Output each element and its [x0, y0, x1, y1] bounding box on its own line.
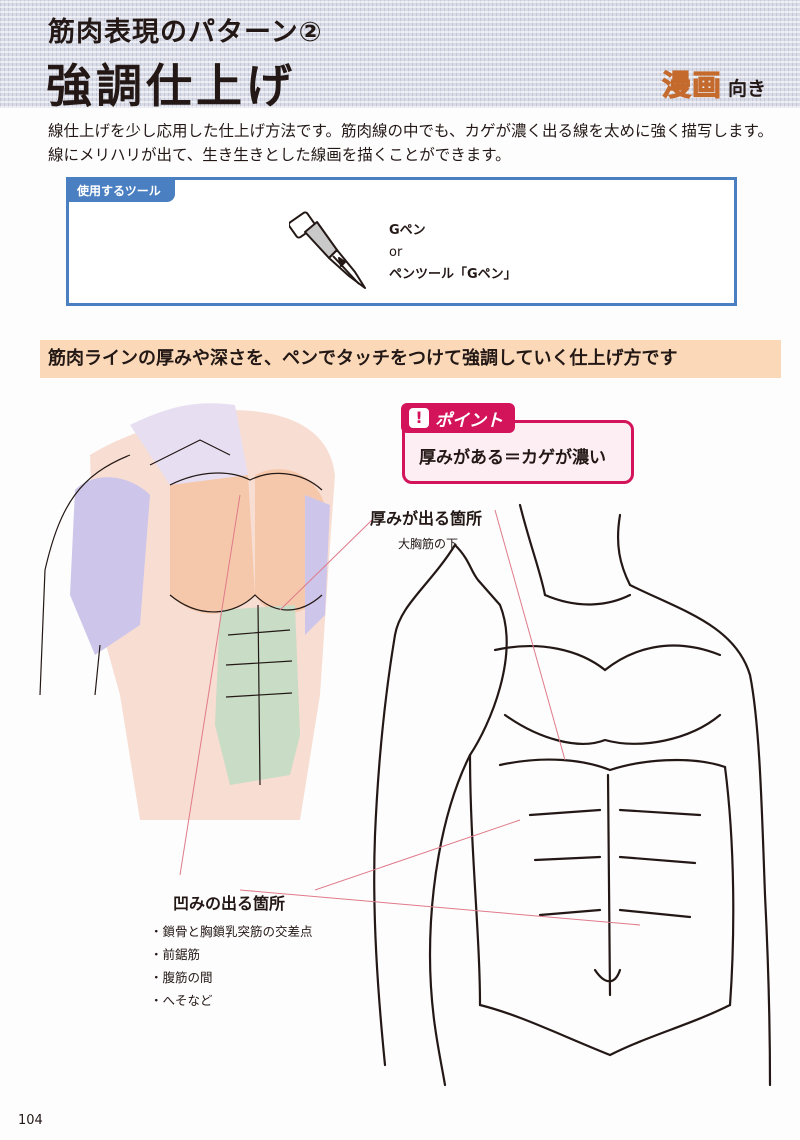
summary-banner: 筋肉ラインの厚みや深さを、ペンでタッチをつけて強調していく仕上げ方です — [40, 340, 781, 378]
list-item: ・腹筋の間 — [150, 970, 213, 985]
concave-list: ・鎖骨と胸鎖乳突筋の交差点 ・前鋸筋 ・腹筋の間 ・へそなど — [150, 920, 313, 1012]
thick-area-sub: 大胸筋の下 — [398, 537, 459, 551]
point-box: ! ポイント 厚みがある＝カゲが濃い — [401, 403, 634, 484]
genre-badge: 漫画 向き — [661, 62, 767, 104]
list-item: ・鎖骨と胸鎖乳突筋の交差点 — [150, 924, 313, 939]
tool-box: 使用するツール Gペン or ペンツール「Gペン」 — [66, 177, 737, 306]
tool-line-1: Gペン — [389, 223, 426, 238]
list-item: ・へそなど — [150, 993, 213, 1008]
point-tab-label: ポイント — [435, 410, 503, 431]
page-number: 104 — [18, 1113, 43, 1128]
point-text: 厚みがある＝カゲが濃い — [419, 448, 606, 468]
genre-badge-main: 漫画 — [661, 67, 723, 102]
concave-area-label: 凹みの出る箇所 — [173, 894, 286, 913]
genre-badge-sub: 向き — [728, 78, 767, 100]
colored-torso — [39, 403, 335, 820]
pen-nib-icon — [289, 211, 366, 289]
page-title: 強調仕上げ — [46, 59, 296, 113]
tool-box-tab: 使用するツール — [69, 180, 175, 202]
list-item: ・前鋸筋 — [150, 947, 201, 962]
point-tab: ! ポイント — [401, 403, 515, 433]
exclamation-icon: ! — [409, 408, 429, 428]
lineart-torso — [373, 503, 772, 1087]
tool-line-2: ペンツール「Gペン」 — [389, 267, 517, 282]
intro-text: 線仕上げを少し応用した仕上げ方法です。筋肉線の中でも、カゲが濃く出る線を太めに強… — [48, 122, 773, 164]
anatomy-illustration — [39, 403, 772, 1087]
page-header: 筋肉表現のパターン② 強調仕上げ 漫画 向き — [0, 0, 800, 113]
tool-or: or — [389, 245, 403, 260]
thick-area-label: 厚みが出る箇所 — [370, 509, 483, 528]
page-subtitle: 筋肉表現のパターン② — [48, 17, 323, 48]
tool-text: Gペン or ペンツール「Gペン」 — [389, 220, 517, 286]
